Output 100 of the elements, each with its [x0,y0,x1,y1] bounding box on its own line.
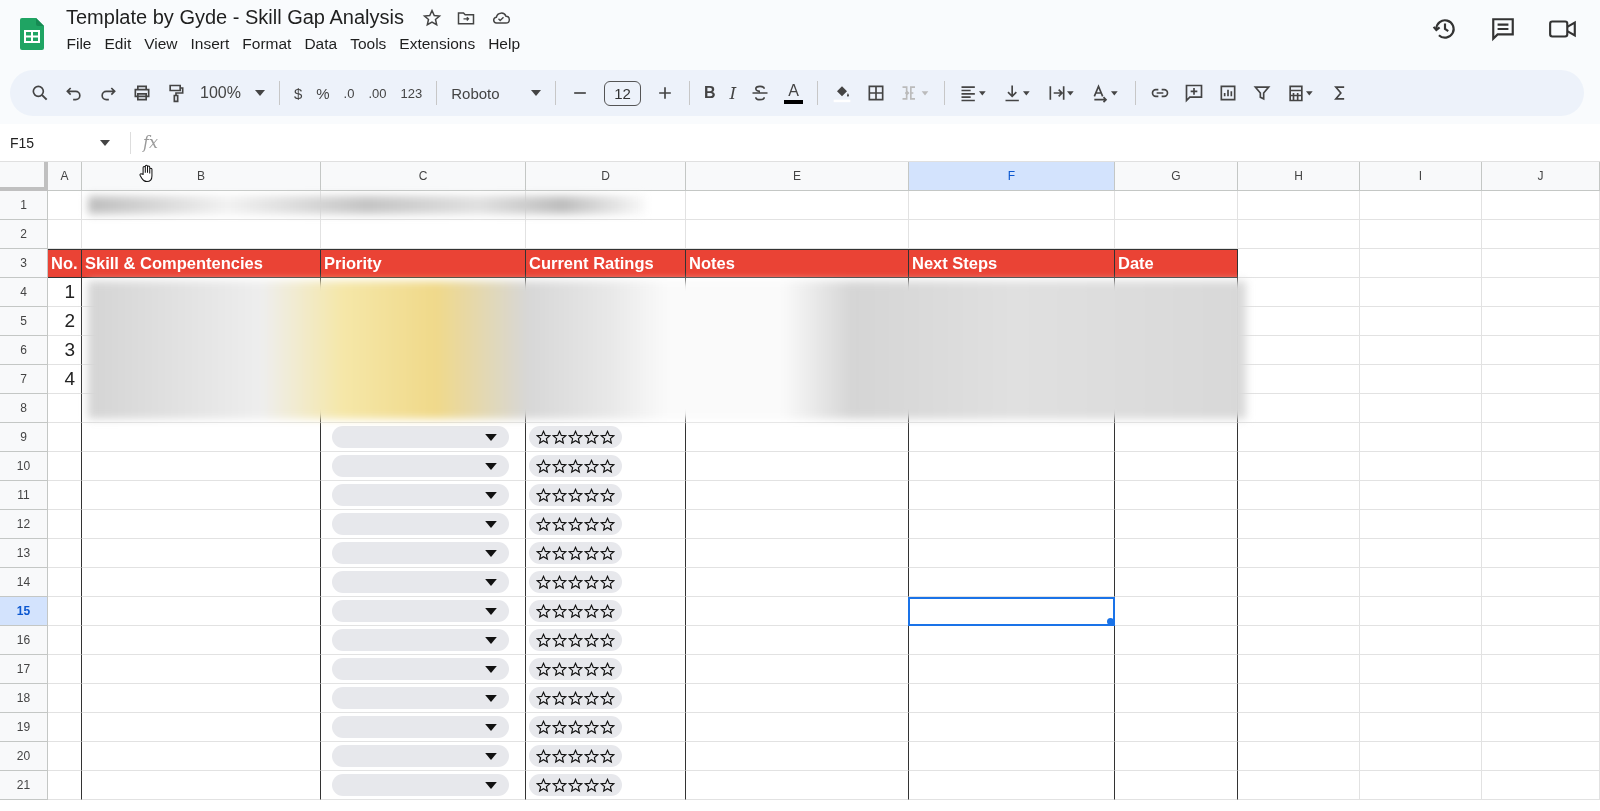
comment-icon[interactable] [1490,16,1516,42]
star-icon[interactable] [536,429,551,445]
star-icon[interactable] [600,777,615,793]
star-icon[interactable] [536,487,551,503]
star-icon[interactable] [552,748,567,764]
star-icon[interactable] [552,719,567,735]
text-color-button[interactable]: A [784,82,803,104]
rating-chip[interactable] [529,484,622,506]
column-header[interactable]: G [1115,162,1238,191]
menu-item[interactable]: View [137,33,185,55]
print-icon[interactable] [132,83,152,103]
star-icon[interactable] [584,487,599,503]
column-header[interactable]: F [909,162,1115,191]
menu-item[interactable]: Help [481,33,527,55]
row-header[interactable]: 2 [0,220,48,249]
star-icon[interactable] [600,690,615,706]
menu-item[interactable]: Format [235,33,298,55]
menu-item[interactable]: File [60,33,98,55]
row-header[interactable]: 8 [0,394,48,423]
history-icon[interactable] [1432,16,1458,42]
percent-format-button[interactable]: % [316,82,330,104]
star-icon[interactable] [552,632,567,648]
row-header[interactable]: 6 [0,336,48,365]
font-dropdown[interactable]: Roboto [451,82,542,104]
star-icon[interactable] [568,429,583,445]
star-icon[interactable] [600,487,615,503]
rating-chip[interactable] [529,658,622,680]
star-icon[interactable] [584,777,599,793]
star-icon[interactable] [600,748,615,764]
star-icon[interactable] [536,661,551,677]
column-header[interactable]: A [48,162,82,191]
star-icon[interactable] [568,487,583,503]
star-icon[interactable] [600,516,615,532]
row-header[interactable]: 1 [0,191,48,220]
star-icon[interactable] [552,690,567,706]
strikethrough-icon[interactable] [750,83,771,103]
zoom-dropdown[interactable]: 100% [200,82,265,104]
decrease-decimal-button[interactable]: .0 [343,83,355,103]
star-icon[interactable] [568,516,583,532]
rating-chip[interactable] [529,687,622,709]
menu-item[interactable]: Extensions [392,33,482,55]
star-icon[interactable] [584,429,599,445]
star-icon[interactable] [600,458,615,474]
star-icon[interactable] [536,777,551,793]
row-header[interactable]: 12 [0,510,48,539]
row-header[interactable]: 13 [0,539,48,568]
star-icon[interactable] [600,603,615,619]
row-header[interactable]: 15 [0,597,48,626]
italic-button[interactable]: I [729,81,737,105]
star-icon[interactable] [536,632,551,648]
column-header[interactable]: H [1238,162,1360,191]
star-icon[interactable] [552,487,567,503]
star-icon[interactable] [584,516,599,532]
row-header[interactable]: 16 [0,626,48,655]
rating-chip[interactable] [529,426,622,448]
star-icon[interactable] [568,545,583,561]
paint-format-icon[interactable] [166,83,186,103]
star-icon[interactable] [600,545,615,561]
star-icon[interactable] [568,690,583,706]
number-format-button[interactable]: 123 [400,83,423,103]
star-icon[interactable] [536,458,551,474]
column-header[interactable]: J [1482,162,1600,191]
row-header[interactable]: 7 [0,365,48,394]
star-icon[interactable] [552,429,567,445]
star-icon[interactable] [600,661,615,677]
star-icon[interactable] [584,748,599,764]
sheets-logo-icon[interactable] [20,18,44,50]
star-icon[interactable] [568,574,583,590]
star-icon[interactable] [552,661,567,677]
menu-item[interactable]: Insert [184,33,236,55]
star-icon[interactable] [584,661,599,677]
row-header[interactable]: 21 [0,771,48,800]
filter-icon[interactable] [1251,83,1272,103]
star-icon[interactable] [552,458,567,474]
column-header[interactable]: I [1360,162,1482,191]
star-icon[interactable] [600,574,615,590]
row-header[interactable]: 14 [0,568,48,597]
row-header[interactable]: 19 [0,713,48,742]
star-icon[interactable] [536,545,551,561]
star-icon[interactable] [568,632,583,648]
row-header[interactable]: 5 [0,307,48,336]
row-header[interactable]: 9 [0,423,48,452]
star-icon[interactable] [552,603,567,619]
star-icon[interactable] [552,516,567,532]
star-icon[interactable] [568,748,583,764]
rating-chip[interactable] [529,716,622,738]
star-icon[interactable] [536,516,551,532]
document-title[interactable]: Template by Gyde - Skill Gap Analysis [66,6,404,29]
column-header[interactable]: D [526,162,686,191]
add-comment-icon[interactable] [1183,83,1204,103]
rating-chip[interactable] [529,745,622,767]
row-header[interactable]: 11 [0,481,48,510]
rating-chip[interactable] [529,455,622,477]
rating-chip[interactable] [529,513,622,535]
star-icon[interactable] [568,719,583,735]
star-icon[interactable] [536,748,551,764]
star-icon[interactable] [600,719,615,735]
menu-item[interactable]: Edit [98,33,138,55]
star-icon[interactable] [584,603,599,619]
row-header[interactable]: 17 [0,655,48,684]
